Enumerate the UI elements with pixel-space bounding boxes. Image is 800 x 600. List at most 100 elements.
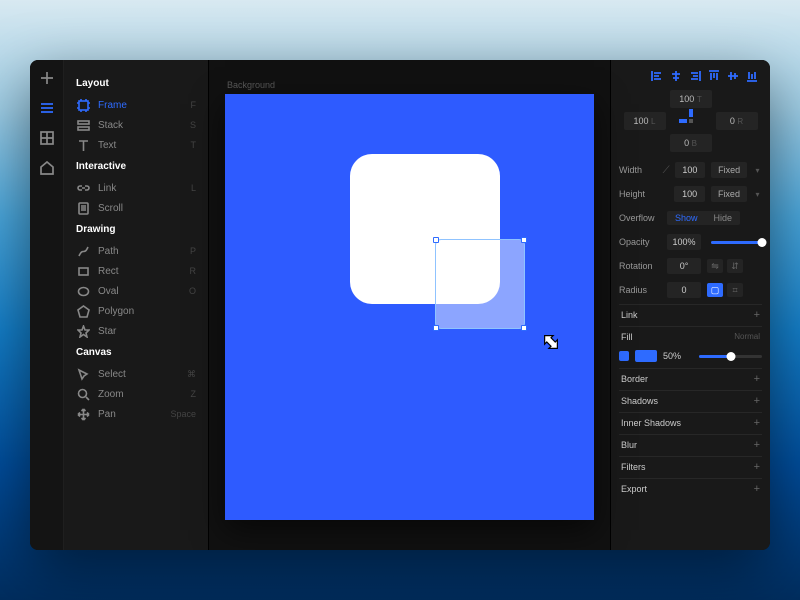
frame-icon — [76, 98, 90, 112]
pan-icon — [76, 407, 90, 421]
path-icon — [76, 244, 90, 258]
add-icon[interactable] — [39, 70, 55, 86]
opacity-row: Opacity 100% — [619, 232, 762, 252]
tool-polygon[interactable]: Polygon — [72, 301, 200, 321]
tool-label: Path — [98, 246, 119, 257]
tool-shortcut: T — [191, 140, 197, 150]
fill-opacity-slider[interactable] — [699, 355, 762, 358]
height-input[interactable]: 100 — [674, 186, 705, 202]
radius-all-icon[interactable]: ▢ — [707, 283, 723, 297]
resize-handle-nw[interactable] — [433, 237, 439, 243]
constraints-widget[interactable] — [679, 109, 703, 133]
plus-icon[interactable]: + — [754, 461, 760, 473]
plus-icon[interactable]: + — [754, 483, 760, 495]
section-shadows[interactable]: Shadows+ — [619, 390, 762, 410]
tool-label: Text — [98, 140, 116, 151]
plus-icon[interactable]: + — [754, 309, 760, 321]
opacity-slider[interactable] — [711, 241, 762, 244]
width-input[interactable]: 100 — [675, 162, 705, 178]
section-border[interactable]: Border+ — [619, 368, 762, 388]
align-bottom-icon[interactable] — [746, 70, 758, 82]
canvas[interactable] — [225, 94, 594, 520]
plus-icon[interactable]: + — [754, 439, 760, 451]
tool-oval[interactable]: OvalO — [72, 281, 200, 301]
tool-shortcut: Space — [170, 409, 196, 419]
tool-label: Star — [98, 326, 116, 337]
overflow-toggle[interactable]: Show Hide — [667, 211, 740, 225]
link-section[interactable]: Link+ — [619, 304, 762, 324]
link-dims-icon[interactable]: ⟋ — [663, 165, 669, 176]
alignment-controls — [619, 66, 762, 90]
pos-right-input[interactable]: 0 R — [716, 112, 758, 130]
tool-stack[interactable]: StackS — [72, 115, 200, 135]
tool-link[interactable]: LinkL — [72, 178, 200, 198]
tool-select[interactable]: Select⌘ — [72, 364, 200, 384]
pos-bottom-input[interactable]: 0 B — [670, 134, 712, 152]
grid-icon[interactable] — [39, 130, 55, 146]
tool-shortcut: F — [191, 100, 197, 110]
home-icon[interactable] — [39, 160, 55, 176]
tool-label: Scroll — [98, 203, 123, 214]
tool-shortcut: S — [190, 120, 196, 130]
tool-star[interactable]: Star — [72, 321, 200, 341]
radius-input[interactable]: 0 — [667, 282, 701, 298]
polygon-icon — [76, 304, 90, 318]
section-inner-shadows[interactable]: Inner Shadows+ — [619, 412, 762, 432]
tool-path[interactable]: Path P — [72, 241, 200, 261]
tool-zoom[interactable]: ZoomZ — [72, 384, 200, 404]
align-center-h-icon[interactable] — [670, 70, 682, 82]
oval-icon — [76, 284, 90, 298]
select-icon — [76, 367, 90, 381]
resize-cursor-icon — [540, 334, 560, 354]
plus-icon[interactable]: + — [754, 417, 760, 429]
fill-enabled-checkbox[interactable] — [619, 351, 629, 361]
fill-color-swatch[interactable] — [635, 350, 657, 362]
tool-frame[interactable]: FrameF — [72, 95, 200, 115]
rotation-input[interactable]: 0° — [667, 258, 701, 274]
tool-shortcut: O — [189, 286, 196, 296]
section-blur[interactable]: Blur+ — [619, 434, 762, 454]
tool-label: Select — [98, 369, 126, 380]
tool-pan[interactable]: PanSpace — [72, 404, 200, 424]
resize-handle-ne[interactable] — [521, 237, 527, 243]
tool-scroll[interactable]: Scroll — [72, 198, 200, 218]
height-mode-select[interactable]: Fixed — [711, 186, 747, 202]
stack-icon — [76, 118, 90, 132]
icon-toolbar — [30, 60, 64, 550]
tool-label: Zoom — [98, 389, 124, 400]
tool-rect[interactable]: RectR — [72, 261, 200, 281]
fill-section[interactable]: FillNormal — [619, 326, 762, 346]
plus-icon[interactable]: + — [754, 395, 760, 407]
flip-v-icon[interactable]: ⇵ — [727, 259, 743, 273]
align-top-icon[interactable] — [708, 70, 720, 82]
inspector-panel: 100 T 100 L 0 R 0 B Width ⟋ 100 Fixed ▾ … — [610, 60, 770, 550]
pos-top-input[interactable]: 100 T — [670, 90, 712, 108]
tool-shortcut: P — [190, 246, 196, 256]
selected-shape[interactable] — [435, 239, 525, 329]
resize-handle-sw[interactable] — [433, 325, 439, 331]
rotation-row: Rotation 0° ⇋ ⇵ — [619, 256, 762, 276]
tools-sidebar: LayoutFrameFStackSTextTInteractiveLinkLS… — [64, 60, 209, 550]
rect-icon — [76, 264, 90, 278]
flip-h-icon[interactable]: ⇋ — [707, 259, 723, 273]
opacity-input[interactable]: 100% — [667, 234, 701, 250]
resize-handle-se[interactable] — [521, 325, 527, 331]
fill-opacity[interactable]: 50% — [663, 351, 689, 361]
sidebar-group-title: Layout — [76, 78, 200, 89]
align-center-v-icon[interactable] — [727, 70, 739, 82]
tool-shortcut: R — [190, 266, 197, 276]
radius-individual-icon[interactable]: ⌗ — [727, 283, 743, 297]
align-right-icon[interactable] — [689, 70, 701, 82]
pos-left-input[interactable]: 100 L — [624, 112, 666, 130]
text-icon — [76, 138, 90, 152]
align-left-icon[interactable] — [651, 70, 663, 82]
width-mode-select[interactable]: Fixed — [711, 162, 747, 178]
width-row: Width ⟋ 100 Fixed ▾ — [619, 160, 762, 180]
menu-icon[interactable] — [39, 100, 55, 116]
section-filters[interactable]: Filters+ — [619, 456, 762, 476]
tool-text[interactable]: Text T — [72, 135, 200, 155]
sidebar-group-title: Drawing — [76, 224, 200, 235]
section-export[interactable]: Export+ — [619, 478, 762, 498]
plus-icon[interactable]: + — [754, 373, 760, 385]
fill-row: 50% — [619, 346, 762, 366]
